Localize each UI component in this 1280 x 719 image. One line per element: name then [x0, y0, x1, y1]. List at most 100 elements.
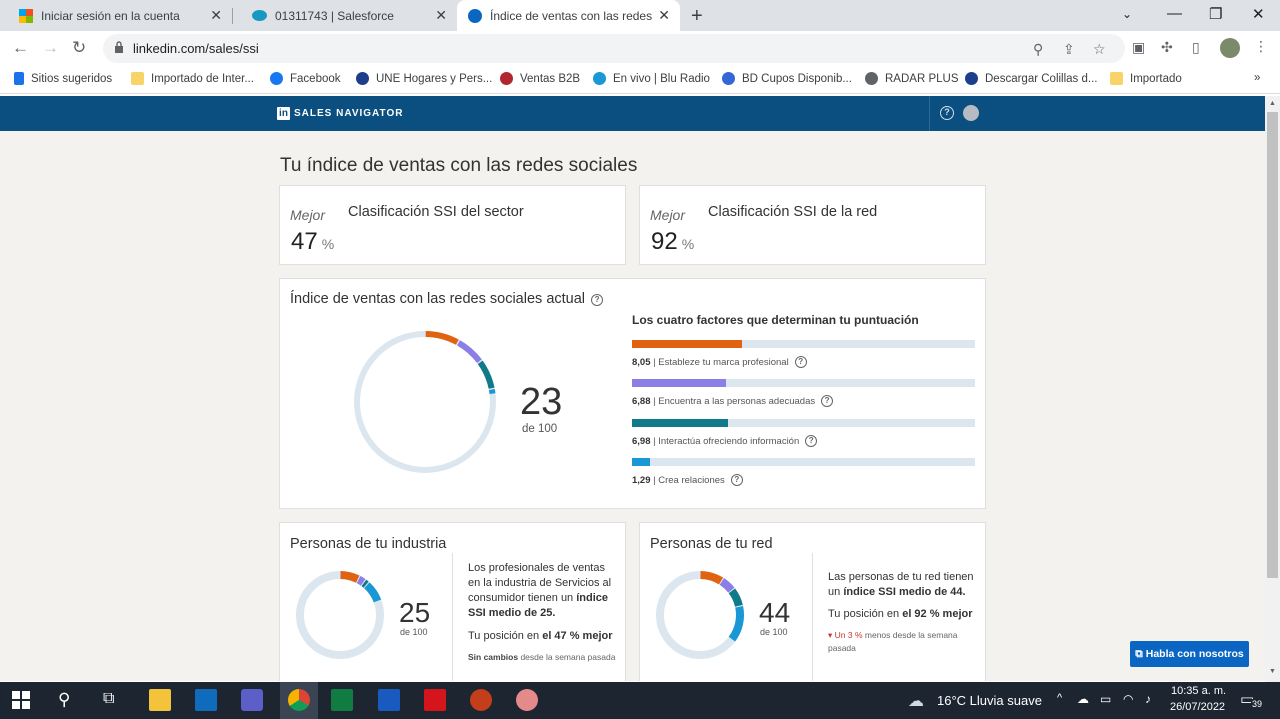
scroll-up-icon[interactable]: ▲	[1269, 100, 1276, 107]
chrome-icon[interactable]	[288, 689, 310, 711]
new-tab-icon[interactable]: +	[691, 5, 703, 28]
position-bold: el 92 % mejor	[902, 608, 973, 620]
chat-button-label: Habla con nosotros	[1145, 648, 1244, 660]
onedrive-icon[interactable]: ☁	[1077, 692, 1089, 706]
tab-microsoft-login[interactable]: Iniciar sesión en la cuenta ✕	[0, 0, 232, 31]
industry-description: Los profesionales de ventas en la indust…	[468, 561, 618, 621]
bookmark-item[interactable]: Sitios sugeridos	[14, 72, 112, 85]
clock-date[interactable]: 26/07/2022	[1170, 701, 1225, 713]
donut-segment	[361, 579, 369, 588]
sales-navigator-logo[interactable]: in SALES NAVIGATOR	[277, 107, 403, 120]
folder-icon	[1110, 72, 1123, 85]
puzzle-icon[interactable]: ✣	[1161, 39, 1173, 56]
bookmark-item[interactable]: BD Cupos Disponib...	[722, 72, 852, 85]
bookmark-item[interactable]: RADAR PLUS	[865, 72, 959, 85]
back-icon[interactable]: ←	[12, 38, 29, 58]
close-tab-icon[interactable]: ✕	[210, 8, 222, 22]
extension-icon[interactable]: ▣	[1132, 39, 1145, 56]
ventas-icon	[500, 72, 513, 85]
current-ssi-card: Índice de ventas con las redes sociales …	[279, 278, 986, 509]
teams-icon[interactable]	[241, 689, 263, 711]
factor-name: Estableze tu marca profesional	[658, 357, 789, 368]
help-icon[interactable]: ?	[730, 474, 743, 486]
reload-icon[interactable]: ↻	[72, 38, 86, 58]
bookmarks-overflow-icon[interactable]: »	[1254, 72, 1260, 84]
tab-salesforce[interactable]: 01311743 | Salesforce ✕	[233, 0, 457, 31]
share-icon[interactable]: ⇪	[1063, 41, 1075, 58]
volume-icon[interactable]: ♪	[1145, 692, 1151, 706]
address-bar[interactable]: linkedin.com/sales/ssi ⚲ ⇪ ☆	[103, 34, 1125, 63]
sales-navigator-header: in SALES NAVIGATOR ?	[0, 96, 1265, 131]
close-window-icon[interactable]: ✕	[1252, 5, 1265, 23]
bookmark-item[interactable]: En vivo | Blu Radio	[593, 72, 710, 85]
close-tab-icon[interactable]: ✕	[658, 8, 670, 22]
factor-label-people: 6,88 | Encuentra a las personas adecuada…	[632, 395, 834, 407]
help-icon[interactable]: ?	[794, 356, 807, 368]
donut-segment	[356, 576, 366, 586]
cloud-rain-icon[interactable]: ☁	[908, 691, 924, 711]
profile-avatar[interactable]	[1220, 38, 1240, 58]
close-tab-icon[interactable]: ✕	[435, 8, 447, 22]
tab-search-icon[interactable]: ⌄	[1122, 7, 1132, 21]
file-explorer-icon[interactable]	[149, 689, 171, 711]
globe-icon	[865, 72, 878, 85]
bookmark-item[interactable]: UNE Hogares y Pers...	[356, 72, 492, 85]
tab-ssi[interactable]: Índice de ventas con las redes so ✕	[457, 0, 680, 31]
bing-icon	[14, 72, 24, 85]
bookmark-label: Descargar Colillas d...	[985, 72, 1098, 85]
outlook-icon[interactable]	[195, 689, 217, 711]
help-icon[interactable]: ?	[805, 435, 818, 447]
clock-time[interactable]: 10:35 a. m.	[1171, 685, 1226, 697]
search-icon[interactable]: ⚲	[58, 690, 70, 710]
wifi-icon[interactable]: ◠	[1123, 692, 1133, 706]
factor-bar-fill	[632, 419, 728, 427]
side-panel-icon[interactable]: ▯	[1192, 39, 1200, 56]
avatar[interactable]	[963, 105, 979, 121]
factor-label-insights: 6,98 | Interactúa ofreciendo información…	[632, 435, 818, 447]
scroll-thumb[interactable]	[1267, 112, 1278, 578]
factor-name: Encuentra a las personas adecuadas	[658, 396, 816, 407]
tab-strip: Iniciar sesión en la cuenta ✕ 01311743 |…	[0, 0, 1280, 31]
bookmark-item[interactable]: Facebook	[270, 72, 341, 85]
card-divider	[452, 553, 453, 681]
restore-icon[interactable]: ❐	[1209, 5, 1222, 23]
factors-title: Los cuatro factores que determinan tu pu…	[632, 313, 919, 327]
bookmark-item[interactable]: Importado	[1110, 72, 1182, 85]
industry-position: Tu posición en el 47 % mejor	[468, 629, 618, 644]
forward-icon[interactable]: →	[42, 38, 59, 58]
bookmark-star-icon[interactable]: ☆	[1093, 41, 1106, 58]
minimize-icon[interactable]: —	[1167, 5, 1182, 22]
industry-change: Sin cambios desde la semana pasada	[468, 651, 618, 664]
powerpoint-icon[interactable]	[470, 689, 492, 711]
snipping-tool-icon[interactable]	[516, 689, 538, 711]
tray-chevron-icon[interactable]: ^	[1057, 692, 1062, 704]
task-view-icon[interactable]: ⧉	[103, 690, 114, 708]
factor-bar-insights	[632, 419, 975, 427]
factor-bar-people	[632, 379, 975, 387]
excel-icon[interactable]	[331, 689, 353, 711]
factor-bar-relationships	[632, 458, 975, 466]
zoom-icon[interactable]: ⚲	[1033, 41, 1043, 58]
word-icon[interactable]	[378, 689, 400, 711]
network-title: Clasificación SSI de la red	[708, 204, 878, 220]
donut-segment	[363, 582, 382, 603]
help-icon[interactable]: ?	[940, 106, 954, 120]
chat-button[interactable]: ⧉ Habla con nosotros	[1130, 641, 1249, 667]
donut-segment	[340, 571, 360, 583]
windows-start-icon[interactable]	[12, 691, 30, 709]
bookmark-item[interactable]: Ventas B2B	[500, 72, 580, 85]
bookmark-item[interactable]: Descargar Colillas d...	[965, 72, 1097, 85]
battery-icon[interactable]: ▭	[1100, 692, 1111, 706]
scroll-down-icon[interactable]: ▼	[1269, 668, 1276, 675]
network-desc-bold: índice SSI medio de 44.	[843, 586, 966, 598]
bookmark-item[interactable]: Importado de Inter...	[131, 72, 254, 85]
acrobat-icon[interactable]	[424, 689, 446, 711]
help-icon[interactable]: ?	[821, 395, 834, 407]
page-scrollbar[interactable]: ▲ ▼	[1265, 96, 1280, 682]
help-icon[interactable]: ?	[591, 294, 604, 306]
weather-text[interactable]: 16°C Lluvia suave	[937, 693, 1042, 708]
donut-segment	[457, 340, 482, 364]
factor-value: 6,88	[632, 396, 651, 407]
menu-icon[interactable]: ⋮	[1254, 38, 1268, 55]
bookmark-label: UNE Hogares y Pers...	[376, 72, 493, 85]
